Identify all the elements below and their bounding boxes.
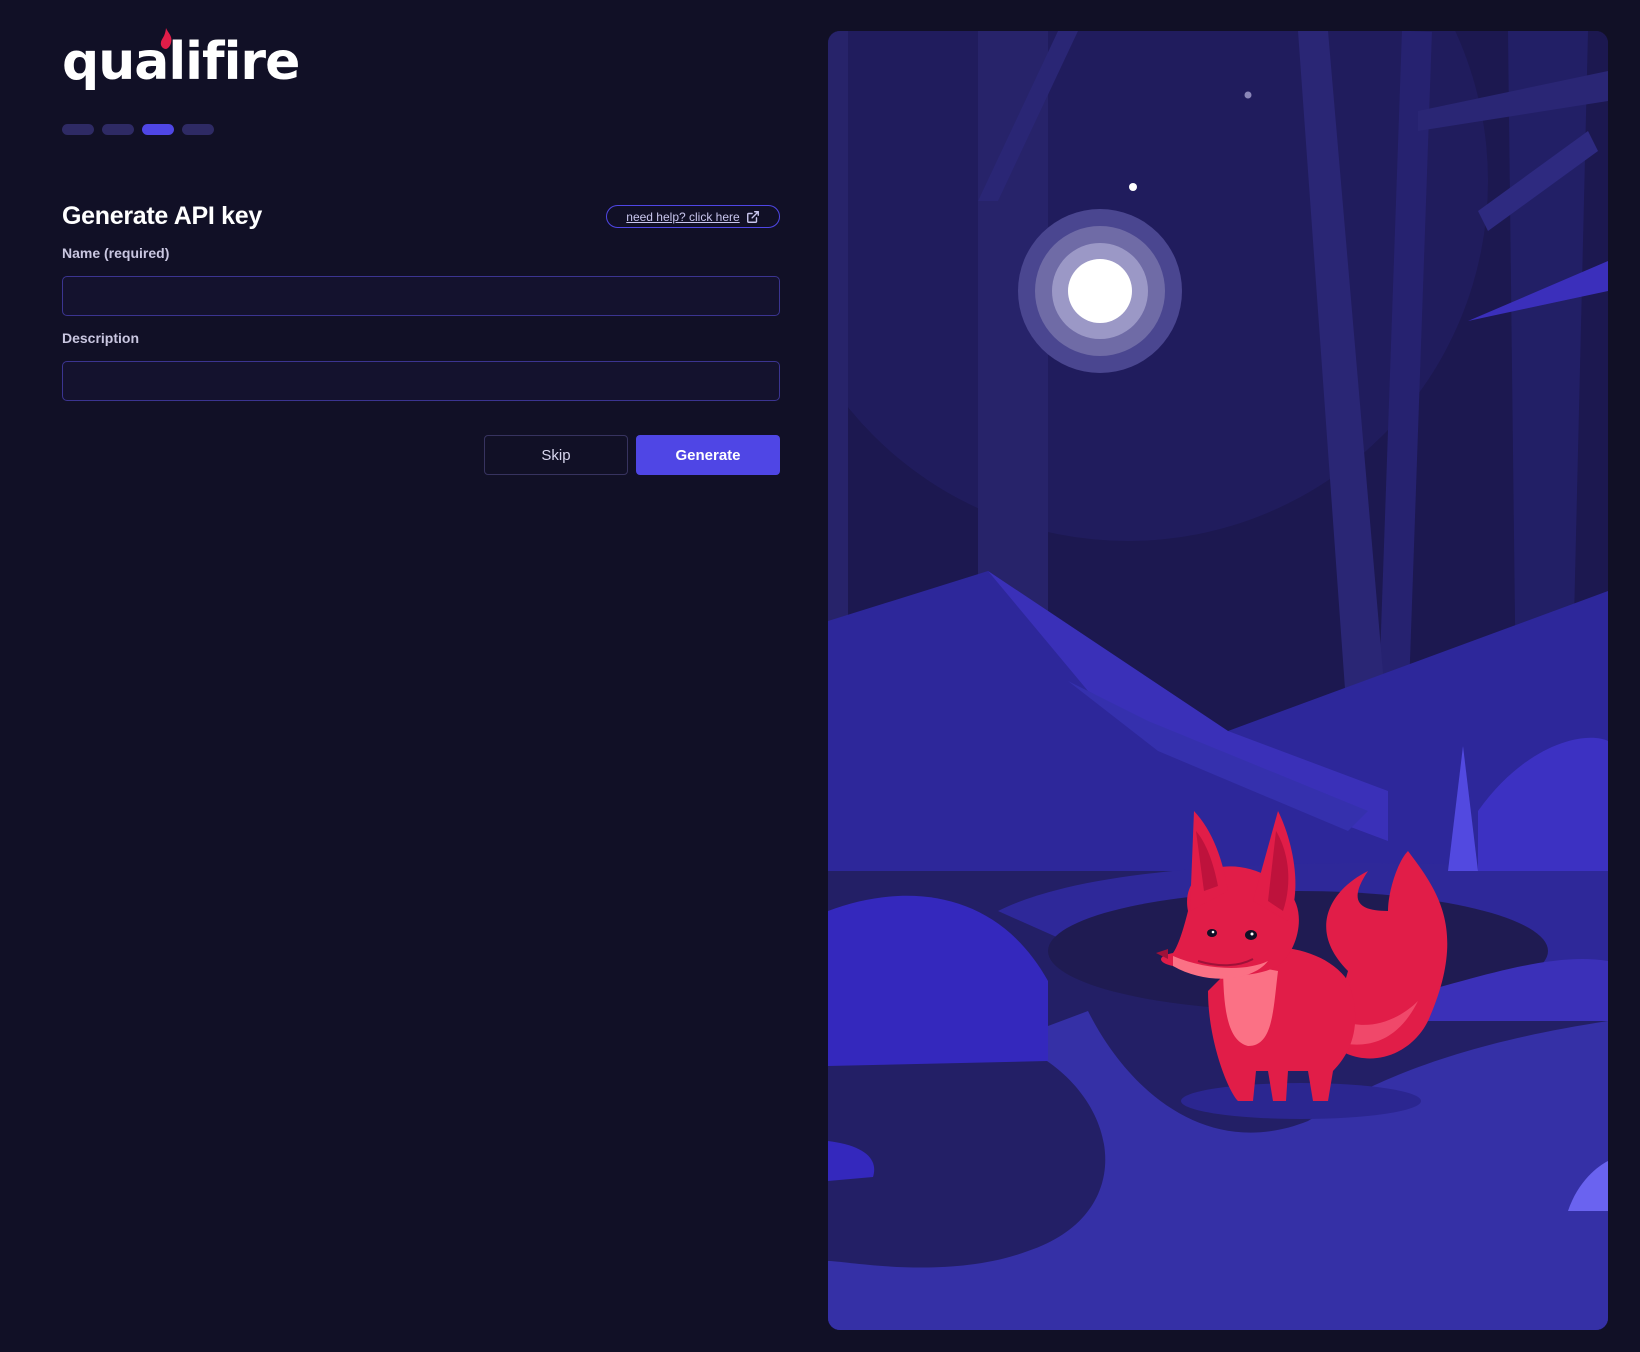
step-3-current <box>142 124 174 135</box>
description-label: Description <box>62 330 140 346</box>
form-panel: qualifire Generate API key need help? cl… <box>62 28 780 475</box>
generate-button[interactable]: Generate <box>636 435 780 475</box>
external-link-icon <box>746 210 759 223</box>
fox-forest-illustration <box>828 31 1608 1330</box>
logo-text: qualifire <box>62 32 300 92</box>
form-header: Generate API key need help? click here <box>62 202 780 238</box>
step-4 <box>182 124 214 135</box>
step-2 <box>102 124 134 135</box>
flame-icon <box>160 28 172 49</box>
step-indicator <box>62 124 214 135</box>
name-label: Name (required) <box>62 245 170 261</box>
step-1 <box>62 124 94 135</box>
illustration-svg <box>828 31 1608 1330</box>
help-link-label: need help? click here <box>626 209 740 224</box>
help-link[interactable]: need help? click here <box>606 205 780 228</box>
qualifire-logo: qualifire <box>62 28 300 92</box>
skip-button[interactable]: Skip <box>484 435 628 475</box>
description-input[interactable] <box>62 361 780 401</box>
name-input[interactable] <box>62 276 780 316</box>
page-title: Generate API key <box>62 202 262 230</box>
onboarding-page: qualifire Generate API key need help? cl… <box>0 0 1640 1352</box>
